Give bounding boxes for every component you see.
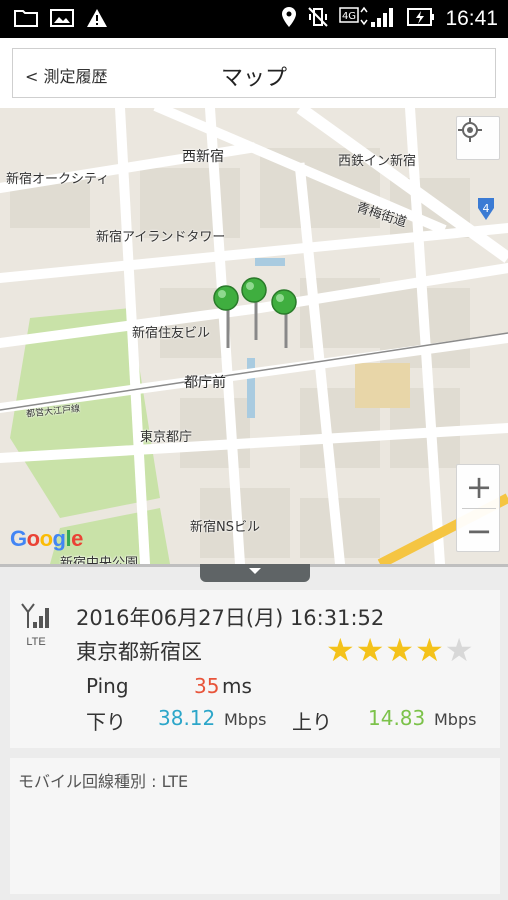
star-icon: ★: [415, 631, 444, 669]
my-location-button[interactable]: [456, 116, 500, 160]
vibrate-icon: [307, 6, 329, 32]
star-icon: ★: [326, 631, 355, 669]
header-box: < 測定履歴 マップ: [12, 48, 496, 98]
folder-icon: [14, 8, 38, 32]
ping-unit: ms: [222, 674, 252, 698]
battery-charging-icon: [407, 7, 435, 31]
mobile-line-type: モバイル回線種別 : LTE: [18, 772, 189, 791]
map-label-ns-bldg: 新宿NSビル: [190, 520, 260, 535]
map-label-nishishinjuku: 西新宿: [182, 149, 224, 165]
zoom-out-button[interactable]: −: [457, 509, 501, 552]
app-header: < 測定履歴 マップ: [0, 38, 508, 108]
antenna-signal-icon: [21, 603, 49, 628]
google-logo: Google: [10, 526, 83, 551]
upload-unit: Mbps: [434, 710, 477, 729]
warning-icon: [86, 8, 108, 32]
network-type-label: LTE: [26, 636, 46, 648]
download-value: 38.12: [158, 706, 216, 730]
ping-value: 35: [194, 674, 220, 698]
measurement-location: 東京都新宿区: [76, 640, 202, 664]
collapse-handle[interactable]: [200, 564, 310, 582]
download-unit: Mbps: [224, 710, 267, 729]
map-label-central-park: 新宿中央公園: [60, 556, 139, 564]
crosshair-icon: [458, 118, 482, 142]
clock: 16:41: [445, 7, 498, 30]
star-icon: ★: [385, 631, 415, 669]
network-type-text: 4G: [342, 11, 356, 22]
rating-stars: ★ ★ ★ ★ ★: [326, 634, 473, 666]
measurement-datetime: 2016年06月27日(月) 16:31:52: [76, 606, 385, 630]
status-bar: 4G 16:41: [0, 0, 508, 38]
network-indicator: LTE: [18, 602, 54, 648]
download-label: 下り: [86, 710, 126, 734]
image-icon: [50, 8, 74, 32]
map-label-sumitomo-bldg: 新宿住友ビル: [132, 326, 211, 341]
zoom-in-button[interactable]: +: [457, 465, 501, 508]
signal-icon: 4G: [339, 6, 397, 32]
map-label-island-tower: 新宿アイランドタワー: [96, 230, 226, 245]
route-badge: 4: [483, 202, 490, 215]
map-view[interactable]: 4 西新宿 西鉄イン新宿 新宿オークシティ 青梅街道 新宿アイランドタワー 新宿…: [0, 108, 508, 564]
chevron-down-icon: [249, 568, 261, 574]
map-label-oak-city: 新宿オークシティ: [6, 172, 110, 187]
detail-card: モバイル回線種別 : LTE: [10, 758, 500, 894]
map-label-nishitetsu-inn: 西鉄イン新宿: [338, 154, 417, 169]
page-title: マップ: [220, 66, 287, 91]
star-icon: ★: [444, 631, 474, 669]
ping-label: Ping: [86, 674, 129, 698]
zoom-controls: + −: [456, 464, 500, 552]
result-card: LTE 2016年06月27日(月) 16:31:52 東京都新宿区 ★ ★ ★…: [10, 590, 500, 748]
star-icon: ★: [355, 631, 385, 669]
upload-label: 上り: [292, 710, 332, 734]
location-icon: [281, 6, 297, 32]
map-label-tochomae: 都庁前: [184, 375, 226, 391]
upload-value: 14.83: [368, 706, 426, 730]
map-label-tokyo-tocho: 東京都庁: [140, 430, 193, 445]
